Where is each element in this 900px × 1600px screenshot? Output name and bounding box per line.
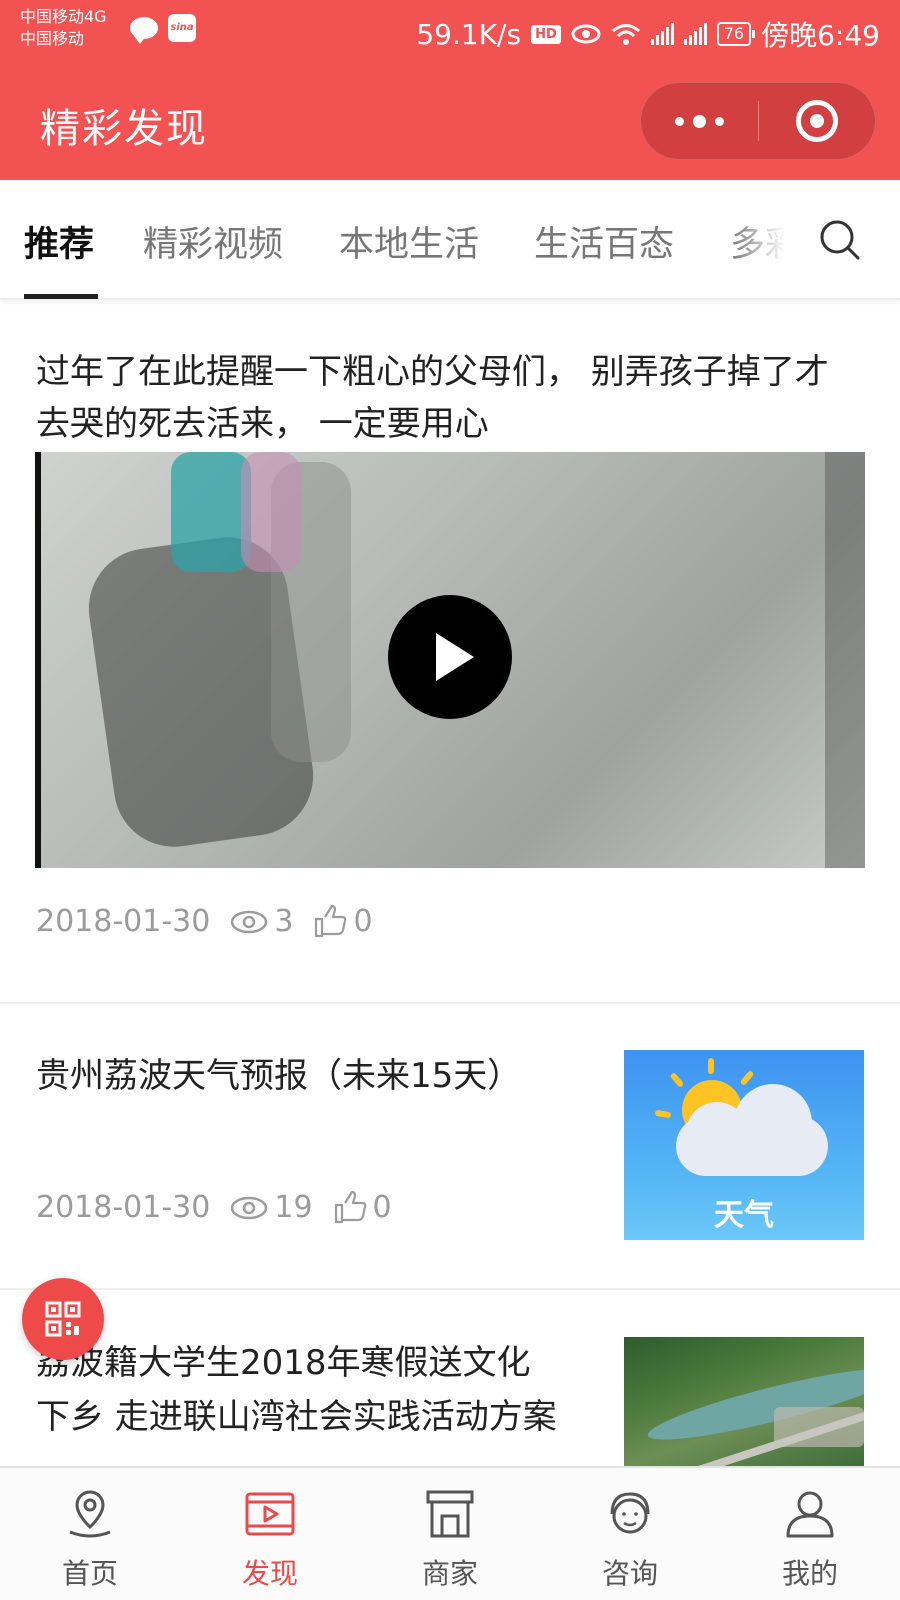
river-thumbnail[interactable]: [624, 1337, 864, 1467]
carrier-primary: 中国移动4G: [20, 7, 107, 26]
more-dot-icon: [693, 114, 706, 128]
thumbs-up-icon[interactable]: [313, 904, 347, 939]
status-right: 59.1K/s HD 76 傍晚6:49: [416, 14, 880, 54]
sun-ray: [654, 1109, 672, 1119]
sun-ray: [739, 1069, 755, 1087]
target-circle-icon: [795, 100, 838, 142]
nav-mine[interactable]: 我的: [720, 1468, 900, 1600]
nav-consult[interactable]: 咨询: [540, 1468, 720, 1600]
views-stat: 19: [230, 1190, 313, 1225]
likes-stat: 0: [333, 1190, 392, 1225]
title-bar: 精彩发现: [0, 66, 900, 180]
page-title: 精彩发现: [40, 106, 208, 152]
search-icon[interactable]: [818, 218, 862, 262]
qr-code-icon: [45, 1301, 81, 1337]
sina-notification-icon: sina: [168, 14, 196, 42]
network-speed: 59.1K/s: [416, 17, 522, 51]
view-count: 19: [274, 1190, 313, 1225]
headset-icon: [610, 1492, 650, 1534]
carrier-info: 中国移动4G 中国移动: [20, 6, 107, 50]
nav-label: 商家: [421, 1557, 478, 1590]
signal-4g-icon: [650, 23, 674, 45]
article-meta: 2018-01-30 3 0: [36, 904, 373, 939]
tabs-fade-overlay: [730, 210, 810, 270]
view-count: 3: [274, 904, 294, 939]
signal-e-icon: [683, 23, 707, 45]
video-frame-shape: [825, 452, 865, 868]
status-bar: 中国移动4G 中国移动 sina 59.1K/s HD 76 傍晚6:49: [0, 0, 900, 66]
category-tabs: 推荐 精彩视频 本地生活 生活百态 多彩: [0, 180, 900, 300]
divider: [0, 1288, 900, 1290]
article-title[interactable]: 贵州荔波天气预报（未来15天）: [36, 1051, 596, 1101]
hd-badge: HD: [531, 24, 561, 44]
more-button[interactable]: [641, 82, 758, 160]
eye-icon: [231, 1196, 268, 1219]
carrier-secondary: 中国移动: [20, 29, 85, 48]
user-icon: [786, 1491, 834, 1538]
tab-local-life[interactable]: 本地生活: [339, 216, 479, 267]
weather-thumbnail[interactable]: 天气: [624, 1050, 864, 1240]
views-stat: 3: [230, 904, 293, 939]
like-count: 0: [353, 904, 373, 939]
wifi-icon: [611, 24, 640, 45]
divider: [0, 1002, 900, 1004]
nav-home[interactable]: 首页: [0, 1468, 180, 1600]
store-icon: [426, 1490, 474, 1538]
close-miniprogram-button[interactable]: [759, 82, 875, 160]
battery-level: 76: [716, 22, 756, 46]
qr-code-button[interactable]: [22, 1278, 104, 1360]
sun-ray: [708, 1058, 714, 1074]
thumbs-up-icon[interactable]: [333, 1190, 367, 1225]
nav-discover[interactable]: 发现: [180, 1468, 360, 1600]
active-tab-indicator: [24, 294, 98, 299]
article-date: 2018-01-30: [36, 1190, 211, 1225]
nav-label: 首页: [61, 1557, 118, 1590]
message-notification-icon: [130, 17, 158, 44]
tab-life-stories[interactable]: 生活百态: [534, 216, 674, 267]
notification-icons: sina: [130, 14, 196, 44]
article-title-line: 荔波籍大学生2018年寒假送文化: [36, 1343, 531, 1383]
nav-label: 我的: [781, 1557, 838, 1590]
article-date: 2018-01-30: [36, 904, 211, 939]
clock: 傍晚6:49: [761, 19, 880, 52]
like-count: 0: [372, 1190, 392, 1225]
cloud-icon: [676, 1116, 828, 1176]
more-dot-icon: [675, 116, 684, 126]
article-title[interactable]: 过年了在此提醒一下粗心的父母们， 别弄孩子掉了才去哭的死去活来， 一定要用心: [36, 346, 856, 450]
weather-thumbnail-label: 天气: [714, 1198, 774, 1233]
video-play-icon: [245, 1492, 295, 1536]
nav-merchants[interactable]: 商家: [360, 1468, 540, 1600]
eye-icon: [231, 910, 268, 933]
video-frame-shape: [171, 452, 251, 572]
miniprogram-capsule: [640, 82, 876, 160]
map-pin-icon: [69, 1490, 111, 1538]
more-dot-icon: [715, 116, 724, 126]
tab-videos[interactable]: 精彩视频: [143, 216, 283, 267]
nav-label: 发现: [241, 1557, 298, 1590]
play-button[interactable]: [388, 595, 512, 719]
bottom-navigation: 首页 发现 商家 咨询 我的: [0, 1466, 900, 1600]
eye-comfort-icon: [571, 24, 601, 44]
article-title[interactable]: 荔波籍大学生2018年寒假送文化 下乡 走进联山湾社会实践活动方案: [36, 1336, 596, 1444]
article-title-line: 下乡 走进联山湾社会实践活动方案: [36, 1397, 557, 1437]
likes-stat: 0: [313, 904, 373, 939]
article-meta: 2018-01-30 19 0: [36, 1190, 392, 1225]
nav-label: 咨询: [601, 1557, 658, 1590]
tab-recommend[interactable]: 推荐: [24, 216, 94, 267]
sun-ray: [669, 1071, 685, 1089]
video-frame-shape: [241, 452, 301, 572]
